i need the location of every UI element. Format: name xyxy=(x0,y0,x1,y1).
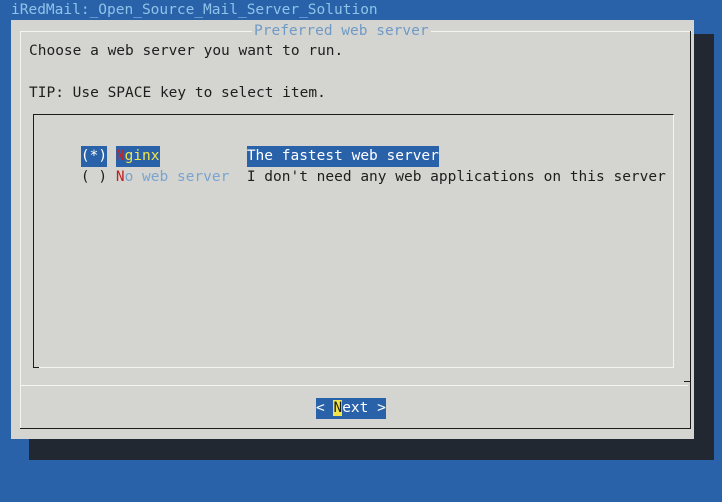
radiolist-item-no-web-server[interactable]: ( ) No web server I don't need any web a… xyxy=(46,146,666,185)
button-hotkey: N xyxy=(333,400,343,416)
radio-marker[interactable]: ( ) xyxy=(81,167,107,188)
screen-backtitle: iRedMail:_Open_Source_Mail_Server_Soluti… xyxy=(11,2,378,18)
dialog-frame-left xyxy=(20,31,21,428)
button-area-separator xyxy=(20,385,688,386)
item-description: I don't need any web applications on thi… xyxy=(246,169,666,185)
dialog-frame-right xyxy=(690,31,691,428)
dialog-window: Preferred web server Choose a web server… xyxy=(11,20,694,439)
next-button[interactable]: < Next > xyxy=(316,398,386,419)
radiolist-item-nginx[interactable]: (*) Nginx The fastest web server xyxy=(46,125,439,167)
button-left-bracket: < xyxy=(316,400,334,416)
item-tag: o web server xyxy=(124,169,230,185)
button-label: ext xyxy=(342,400,369,416)
item-hotkey: N xyxy=(115,169,125,185)
button-right-bracket: > xyxy=(368,400,386,416)
radiolist-box-corner xyxy=(33,361,39,368)
separator-tick xyxy=(684,381,690,386)
dialog-tip: TIP: Use SPACE key to select item. xyxy=(29,85,326,101)
dialog-frame-bottom xyxy=(20,428,691,429)
dialog-title: Preferred web server xyxy=(252,21,431,42)
dialog-prompt: Choose a web server you want to run. xyxy=(29,43,344,59)
